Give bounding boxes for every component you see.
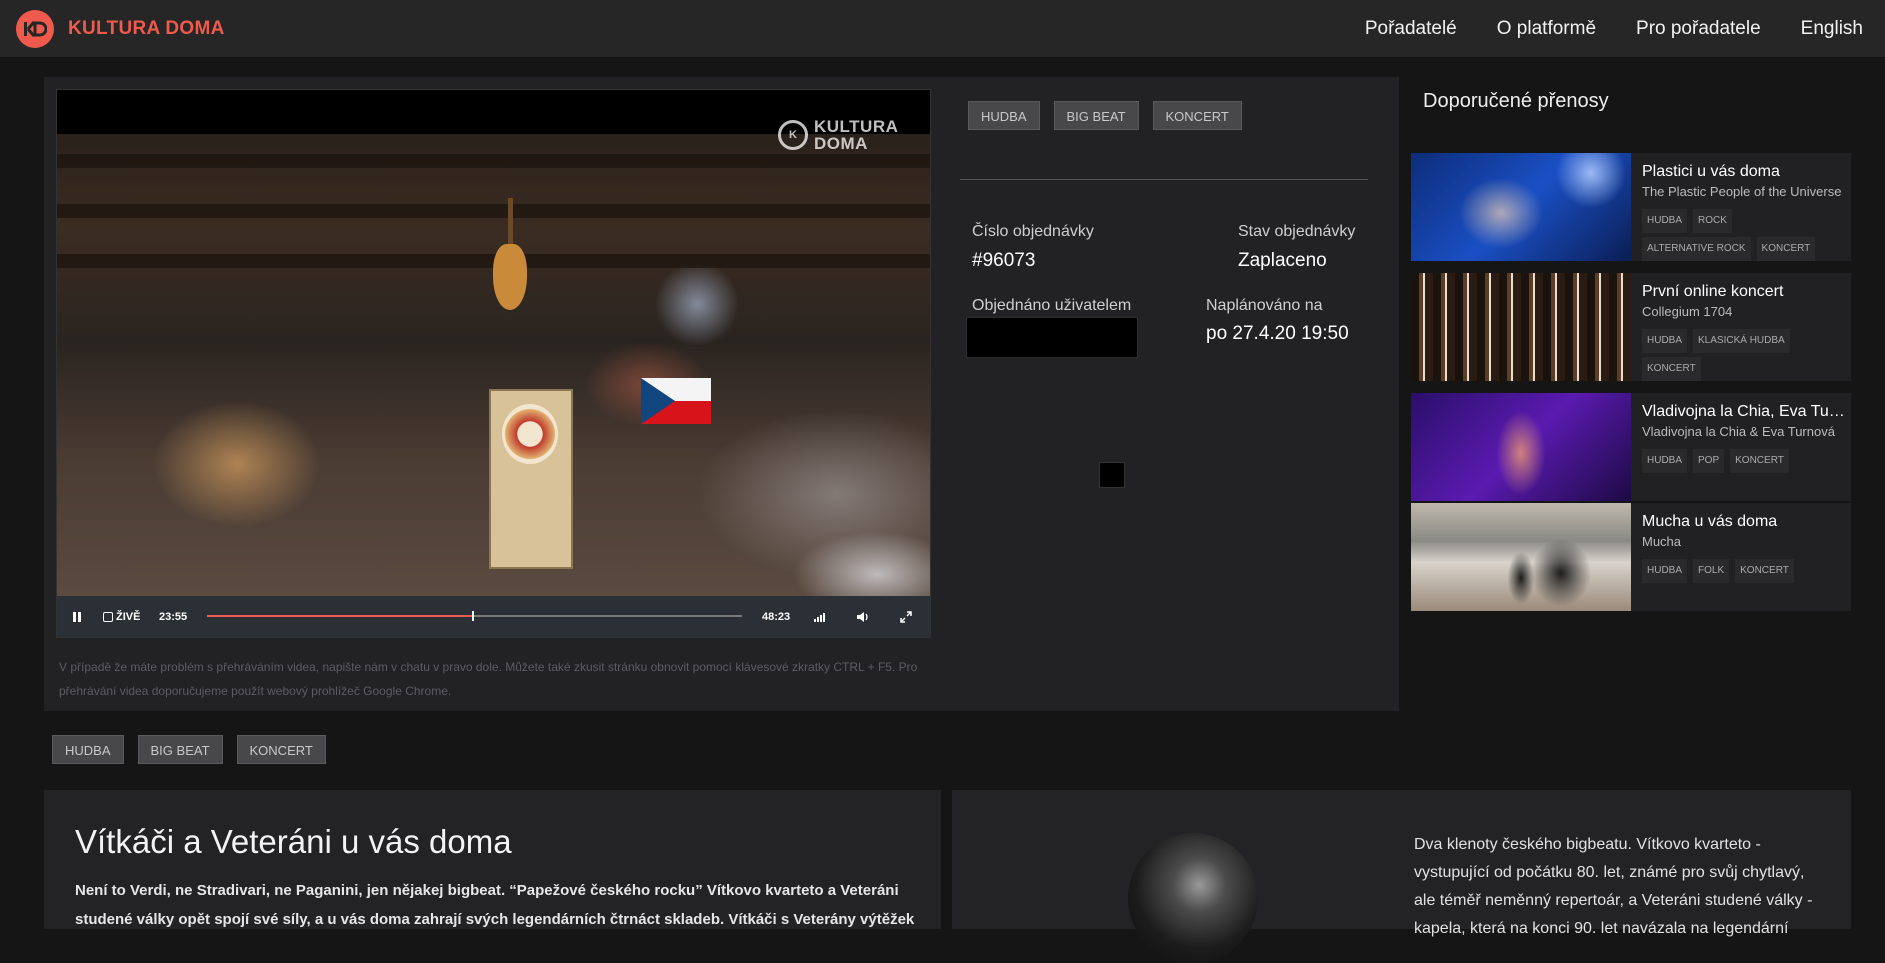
- progress-bar[interactable]: [207, 611, 742, 621]
- tag-koncert[interactable]: KONCERT: [236, 735, 326, 764]
- event-tags-below: HUDBA BIG BEAT KONCERT: [52, 735, 340, 764]
- ordered-by-label: Objednáno uživatelem: [972, 297, 1132, 314]
- rec-tag[interactable]: KONCERT: [1735, 559, 1794, 583]
- rec-tag[interactable]: KONCERT: [1756, 237, 1816, 261]
- signal-bars-icon: [814, 612, 825, 622]
- rec-tag[interactable]: HUDBA: [1642, 449, 1688, 473]
- event-title: Vítkáči a Veteráni u vás doma: [75, 823, 512, 860]
- main-nav: Pořadatelé O platformě Pro pořadatele En…: [1325, 0, 1863, 57]
- artist-description: Dva klenoty českého bigbeatu. Vítkovo kv…: [1414, 836, 1813, 937]
- recommended-item[interactable]: Vladivojna la Chia, Eva Turnová Vladivoj…: [1411, 393, 1851, 501]
- recommended-name: Mucha u vás doma: [1642, 513, 1778, 530]
- video-watermark: K KULTURA DOMA: [778, 117, 898, 153]
- current-time: 23:55: [159, 610, 188, 623]
- volume-icon: [857, 611, 868, 622]
- ceiling-beam: [57, 154, 930, 168]
- rec-tag[interactable]: ROCK: [1693, 209, 1732, 233]
- order-status-label: Stav objednávky: [1238, 223, 1356, 240]
- black-square: [1099, 462, 1125, 488]
- live-indicator-icon: [103, 611, 113, 622]
- progress-fill: [207, 615, 472, 617]
- order-number-label: Číslo objednávky: [972, 223, 1094, 240]
- recommended-artist: Vladivojna la Chia & Eva Turnová: [1642, 424, 1835, 439]
- recommended-item[interactable]: Mucha u vás doma Mucha HUDBA FOLK KONCER…: [1411, 503, 1851, 611]
- logo-mark-icon: [16, 10, 54, 48]
- live-button[interactable]: ŽIVĚ: [103, 596, 140, 637]
- top-header: KULTURA DOMA Pořadatelé O platformě Pro …: [0, 0, 1885, 57]
- watermark-logo-icon: K: [778, 120, 808, 150]
- tag-hudba[interactable]: HUDBA: [52, 735, 124, 764]
- rec-tag[interactable]: HUDBA: [1642, 209, 1688, 233]
- order-status: Zaplaceno: [1238, 250, 1327, 271]
- logo[interactable]: KULTURA DOMA: [16, 10, 225, 48]
- brand-name: KULTURA DOMA: [68, 18, 225, 39]
- nav-pro-poradatele[interactable]: Pro pořadatele: [1636, 18, 1761, 40]
- pause-button[interactable]: [71, 596, 83, 637]
- tag-big-beat[interactable]: BIG BEAT: [1053, 101, 1139, 130]
- artist-avatar: [1128, 833, 1258, 963]
- rec-tag[interactable]: POP: [1693, 449, 1725, 473]
- recommended-title: Doporučené přenosy: [1423, 90, 1609, 112]
- recommended-tags: HUDBA ROCK ALTERNATIVE ROCK KONCERT: [1642, 205, 1847, 261]
- guitar: [493, 244, 527, 310]
- recommended-artist: Mucha: [1642, 534, 1682, 549]
- tag-hudba[interactable]: HUDBA: [968, 101, 1040, 130]
- event-description: Není to Verdi, ne Stradivari, ne Paganin…: [75, 882, 915, 928]
- volume-button[interactable]: [856, 596, 870, 637]
- playback-help-text: V případě že máte problém s přehráváním …: [59, 660, 918, 698]
- rec-tag[interactable]: HUDBA: [1642, 329, 1688, 353]
- recommended-thumbnail: [1411, 503, 1631, 611]
- recommended-item[interactable]: Plastici u vás doma The Plastic People o…: [1411, 153, 1851, 261]
- fullscreen-icon: [900, 610, 912, 623]
- flag-triangle: [641, 378, 675, 424]
- rec-tag[interactable]: FOLK: [1693, 559, 1730, 583]
- video-frame[interactable]: [57, 134, 930, 637]
- recommended-name: Vladivojna la Chia, Eva Turnová: [1642, 403, 1847, 420]
- watermark-text: KULTURA DOMA: [814, 117, 898, 153]
- order-number: #96073: [972, 250, 1036, 271]
- scheduled-label: Naplánováno na: [1206, 297, 1323, 314]
- guitar-neck: [508, 198, 513, 248]
- fullscreen-button[interactable]: [900, 596, 912, 637]
- scheduled-datetime: po 27.4.20 19:50: [1206, 323, 1349, 344]
- video-player[interactable]: K KULTURA DOMA ŽIVĚ 23:55 48:23: [56, 89, 931, 638]
- rec-tag[interactable]: KONCERT: [1642, 357, 1701, 381]
- event-tags: HUDBA BIG BEAT KONCERT: [968, 101, 1256, 130]
- pause-icon: [73, 611, 81, 622]
- player-controls: ŽIVĚ 23:55 48:23: [57, 596, 930, 637]
- divider: [960, 179, 1368, 180]
- nav-o-platforme[interactable]: O platformě: [1497, 18, 1596, 40]
- recommended-thumbnail: [1411, 153, 1631, 261]
- tag-koncert[interactable]: KONCERT: [1152, 101, 1242, 130]
- recommended-artist: Collegium 1704: [1642, 304, 1733, 319]
- redacted-username: [966, 317, 1138, 358]
- rec-tag[interactable]: KONCERT: [1730, 449, 1789, 473]
- recommended-name: První online koncert: [1642, 283, 1784, 300]
- recommended-item[interactable]: První online koncert Collegium 1704 HUDB…: [1411, 273, 1851, 381]
- recommended-tags: HUDBA POP KONCERT: [1642, 445, 1847, 473]
- recommended-name: Plastici u vás doma: [1642, 163, 1780, 180]
- duration: 48:23: [762, 610, 791, 623]
- tag-big-beat[interactable]: BIG BEAT: [137, 735, 223, 764]
- live-label: ŽIVĚ: [116, 610, 141, 623]
- quality-button[interactable]: [813, 596, 827, 637]
- recommended-artist: The Plastic People of the Universe: [1642, 184, 1842, 199]
- nav-poradatele[interactable]: Pořadatelé: [1365, 18, 1457, 40]
- nav-english[interactable]: English: [1801, 18, 1863, 40]
- recommended-thumbnail: [1411, 273, 1631, 381]
- lectern-emblem: [502, 404, 558, 464]
- recommended-tags: HUDBA FOLK KONCERT: [1642, 555, 1847, 583]
- rec-tag[interactable]: ALTERNATIVE ROCK: [1642, 237, 1751, 261]
- recommended-thumbnail: [1411, 393, 1631, 501]
- ceiling-beam: [57, 204, 930, 218]
- rec-tag[interactable]: HUDBA: [1642, 559, 1688, 583]
- rec-tag[interactable]: KLASICKÁ HUDBA: [1693, 329, 1790, 353]
- recommended-tags: HUDBA KLASICKÁ HUDBA KONCERT: [1642, 325, 1847, 381]
- progress-handle[interactable]: [471, 611, 474, 621]
